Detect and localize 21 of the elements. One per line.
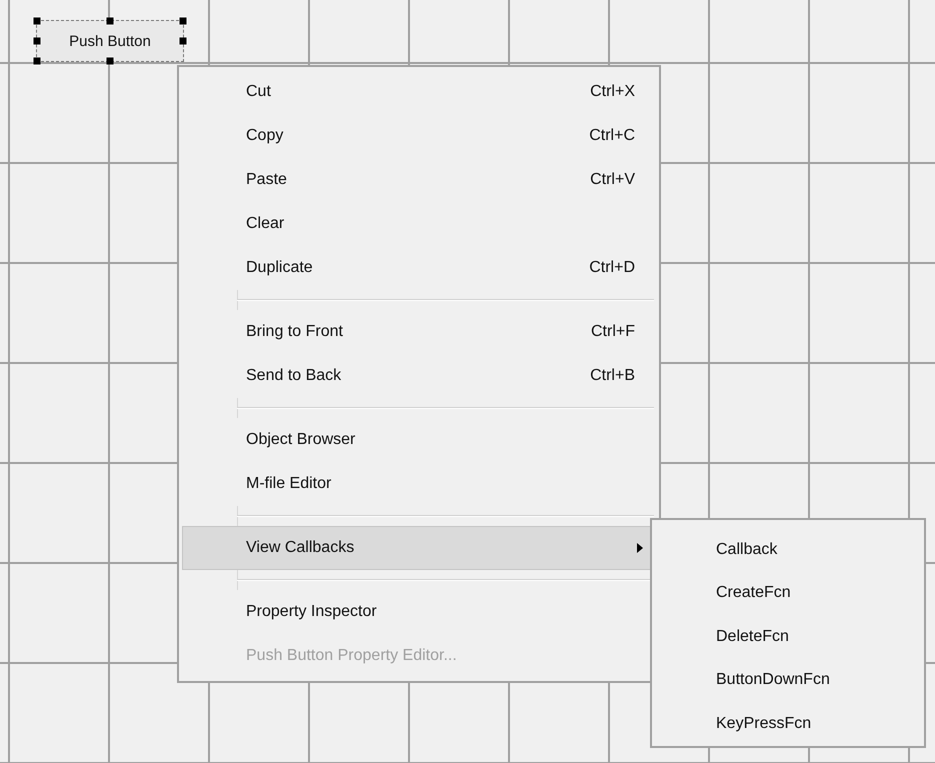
menu-item[interactable]: Copy Ctrl+C bbox=[182, 114, 656, 158]
menu-item[interactable]: Paste Ctrl+V bbox=[182, 158, 656, 202]
menu-item[interactable]: Bring to Front Ctrl+F bbox=[182, 310, 656, 354]
menu-item[interactable]: Duplicate Ctrl+D bbox=[182, 246, 656, 290]
menu-item[interactable]: M-file Editor bbox=[182, 462, 656, 506]
selection-handle[interactable] bbox=[106, 18, 114, 24]
menu-item[interactable]: Clear bbox=[182, 202, 656, 246]
menu-item[interactable]: Object Browser bbox=[182, 418, 656, 462]
selection-handle[interactable] bbox=[34, 38, 40, 44]
selection-handle[interactable] bbox=[34, 18, 40, 24]
push-button[interactable]: Push Button bbox=[36, 20, 184, 62]
menu-item[interactable]: CreateFcn bbox=[652, 572, 924, 615]
selection-handle[interactable] bbox=[34, 58, 40, 64]
menu-item[interactable]: Cut Ctrl+X bbox=[182, 70, 656, 114]
selection-handle[interactable] bbox=[180, 38, 186, 44]
selection-handle[interactable] bbox=[180, 18, 186, 24]
menu-item[interactable]: Send to Back Ctrl+B bbox=[182, 354, 656, 398]
selection-handle[interactable] bbox=[106, 58, 114, 64]
menu-item[interactable]: ButtonDownFcn bbox=[652, 658, 924, 702]
menu-item[interactable]: DeleteFcn bbox=[652, 615, 924, 658]
menu-item[interactable]: KeyPressFcn bbox=[652, 702, 924, 746]
